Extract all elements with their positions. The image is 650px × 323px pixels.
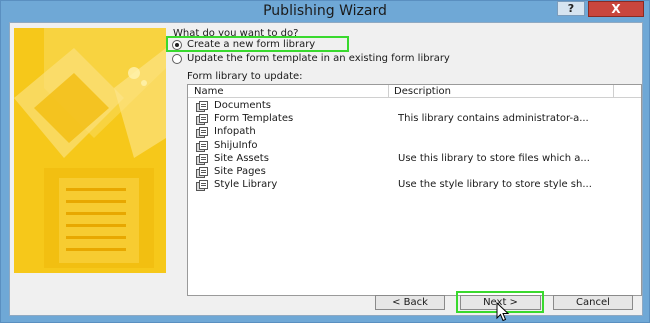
wizard-body: What do you want to do? Create a new for… bbox=[9, 22, 643, 322]
form-library-list[interactable]: Name Description Documents Form Template… bbox=[187, 84, 642, 296]
list-item-name: Site Assets bbox=[214, 152, 269, 164]
list-item-name: ShijuInfo bbox=[214, 139, 258, 151]
list-item[interactable]: ShijuInfo bbox=[188, 140, 641, 153]
library-icon bbox=[196, 166, 208, 178]
library-icon bbox=[196, 153, 208, 165]
library-icon bbox=[196, 114, 208, 126]
list-item-name: Form Templates bbox=[214, 113, 294, 125]
list-header: Name Description bbox=[188, 85, 641, 98]
list-item[interactable]: Infopath bbox=[188, 126, 641, 139]
column-header-description[interactable]: Description bbox=[394, 86, 451, 97]
title-bar[interactable]: Publishing Wizard ? X bbox=[1, 1, 649, 22]
list-item-name: Style Library bbox=[214, 179, 278, 191]
form-library-label: Form library to update: bbox=[187, 71, 303, 82]
library-icon bbox=[196, 180, 208, 192]
radio-selected-icon[interactable] bbox=[172, 39, 182, 50]
publishing-wizard-window: Publishing Wizard ? X What do you want t… bbox=[0, 0, 650, 323]
radio-unselected-icon[interactable] bbox=[172, 53, 182, 64]
update-template-option[interactable]: Update the form template in an existing … bbox=[172, 53, 450, 64]
column-header-name[interactable]: Name bbox=[194, 86, 224, 97]
library-icon bbox=[196, 101, 208, 112]
list-rows: Documents Form Templates This library co… bbox=[188, 100, 641, 192]
list-item-description: Use the style library to store style sh.… bbox=[398, 179, 592, 191]
library-icon bbox=[196, 127, 208, 139]
list-item[interactable]: Style Library Use the style library to s… bbox=[188, 179, 641, 192]
list-item-description: This library contains administrator-a... bbox=[398, 113, 589, 125]
list-item[interactable]: Form Templates This library contains adm… bbox=[188, 113, 641, 126]
list-item-description: Use this library to store files which a.… bbox=[398, 152, 590, 164]
window-title: Publishing Wizard bbox=[263, 3, 387, 19]
mouse-pointer-icon bbox=[496, 302, 510, 322]
column-divider[interactable] bbox=[388, 85, 389, 98]
list-item-name: Site Pages bbox=[214, 165, 266, 177]
create-library-label: Create a new form library bbox=[187, 39, 316, 50]
list-item-name: Documents bbox=[214, 100, 272, 111]
help-button[interactable]: ? bbox=[557, 1, 585, 16]
column-divider[interactable] bbox=[613, 85, 614, 98]
create-library-option[interactable]: Create a new form library bbox=[172, 39, 315, 50]
back-button[interactable]: < Back bbox=[375, 295, 445, 310]
wizard-banner-image bbox=[14, 28, 166, 273]
update-template-label: Update the form template in an existing … bbox=[187, 53, 450, 64]
list-item[interactable]: Site Assets Use this library to store fi… bbox=[188, 153, 641, 166]
list-item-name: Infopath bbox=[214, 126, 256, 138]
close-button[interactable]: X bbox=[588, 1, 644, 17]
cancel-button[interactable]: Cancel bbox=[553, 295, 633, 310]
list-item[interactable]: Documents bbox=[188, 100, 641, 113]
list-item[interactable]: Site Pages bbox=[188, 166, 641, 179]
library-icon bbox=[196, 140, 208, 152]
